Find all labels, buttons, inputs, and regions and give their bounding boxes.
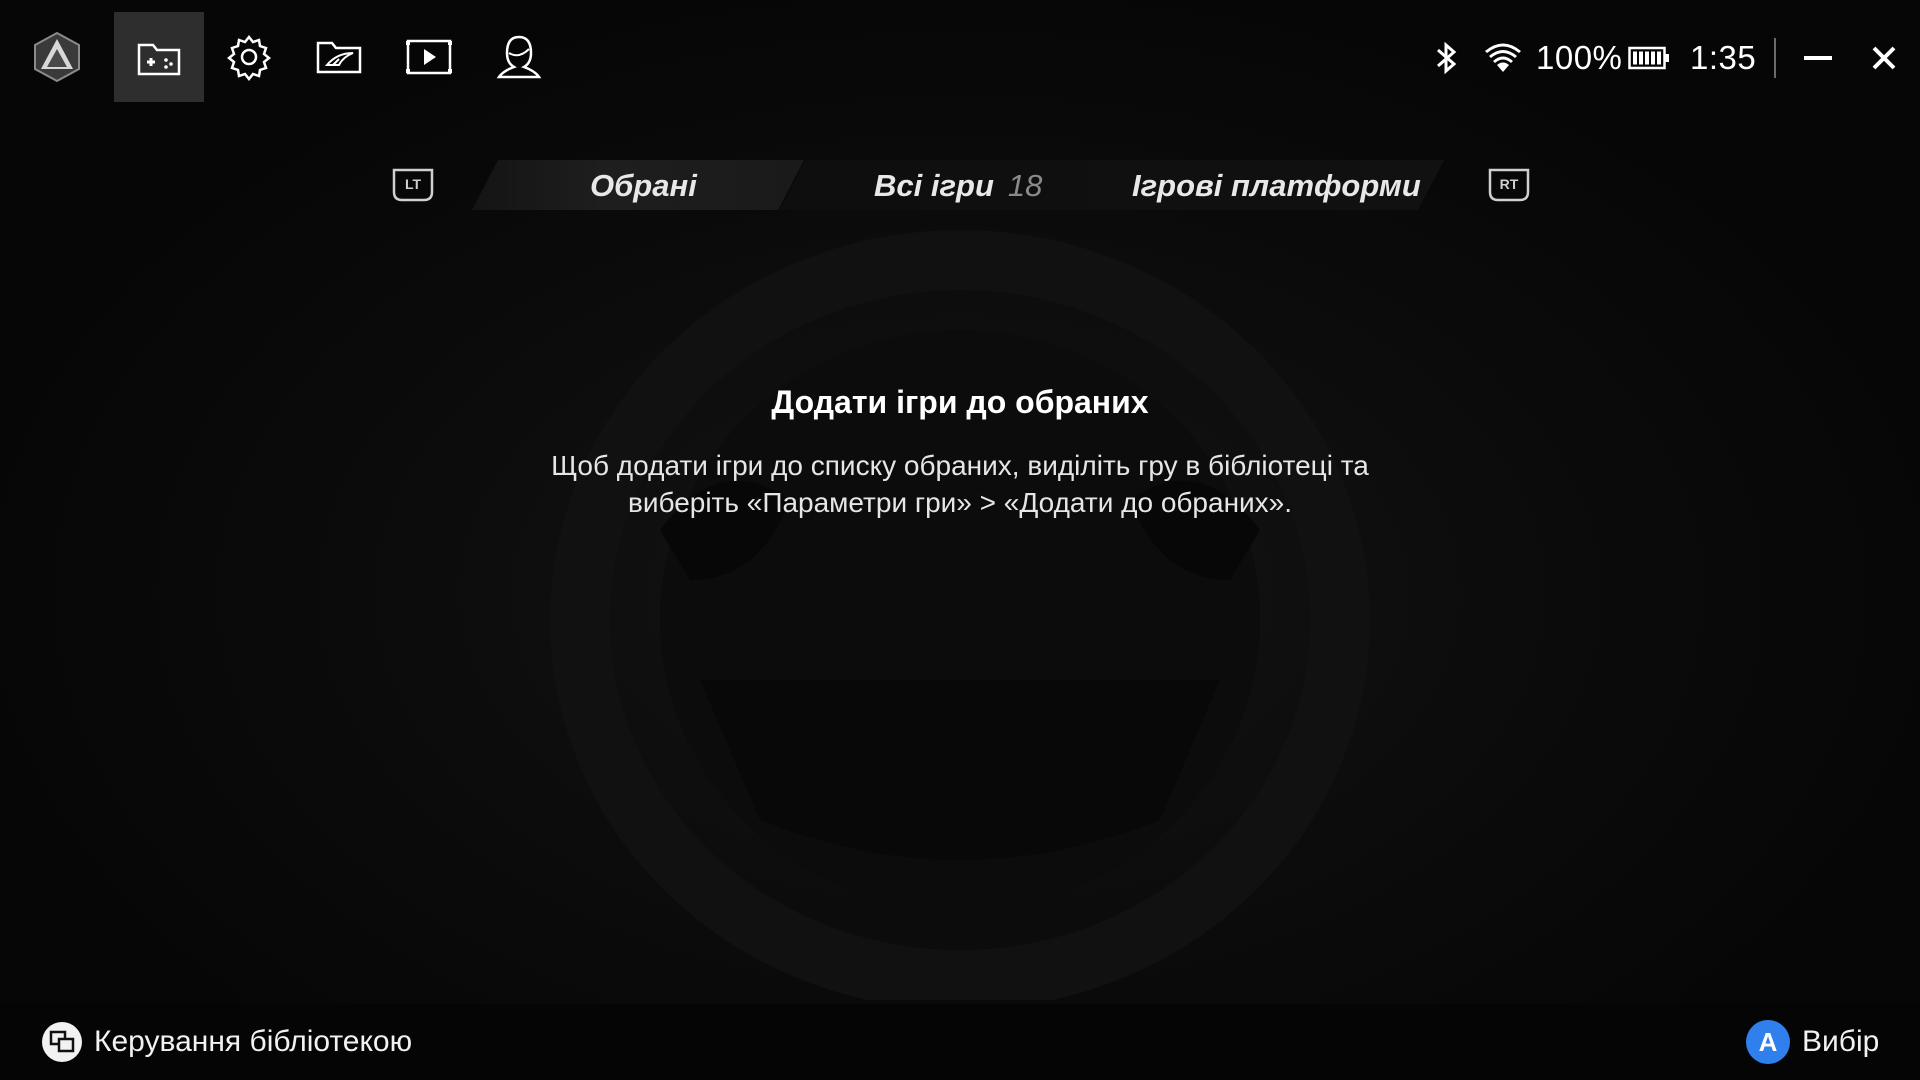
battery-percent: 100% — [1536, 39, 1623, 76]
status-divider — [1774, 38, 1776, 78]
settings-gear-icon[interactable] — [204, 12, 294, 102]
rog-gallery-icon[interactable] — [294, 12, 384, 102]
empty-favorites-message: Додати ігри до обраних Щоб додати ігри д… — [360, 384, 1560, 521]
tab-all-games-count: 18 — [1007, 168, 1043, 203]
tab-all-games[interactable]: Всі ігри 18 — [874, 166, 1042, 206]
rt-trigger-label: RT — [1500, 176, 1519, 192]
clock-time: 1:35 — [1690, 39, 1757, 76]
tab-game-platforms[interactable]: Ігрові платформи — [1132, 166, 1421, 206]
lt-trigger-icon[interactable]: LT — [392, 167, 434, 203]
game-library-icon[interactable] — [114, 12, 204, 102]
user-profile-icon[interactable] — [474, 12, 564, 102]
wifi-icon — [1484, 28, 1522, 88]
manage-library-label: Керування бібліотекою — [94, 1025, 413, 1058]
top-bar: 100% 1:35 — [0, 0, 1920, 114]
media-player-icon[interactable] — [384, 12, 474, 102]
tab-game-platforms-label: Ігрові платформи — [1132, 168, 1421, 203]
tab-all-games-label: Всі ігри — [874, 168, 994, 203]
app-window: 100% 1:35 LT Обрані Всі ігри 18 Ігрові п… — [0, 0, 1920, 1080]
lt-trigger-label: LT — [405, 176, 422, 192]
message-body: Щоб додати ігри до списку обраних, виділ… — [360, 447, 1560, 521]
manage-library-button[interactable]: Керування бібліотекою — [40, 1018, 412, 1066]
select-label: Вибір — [1802, 1025, 1880, 1058]
message-line-2: виберіть «Параметри гри» > «Додати до об… — [627, 487, 1293, 518]
battery-full-icon — [1628, 28, 1670, 88]
message-line-1: Щоб додати ігри до списку обраних, виділ… — [551, 450, 1369, 481]
message-title: Додати ігри до обраних — [771, 384, 1149, 420]
close-icon[interactable] — [1866, 28, 1902, 88]
armoury-logo-icon[interactable] — [12, 12, 102, 102]
minimize-icon[interactable] — [1800, 28, 1836, 88]
rt-trigger-icon[interactable]: RT — [1488, 167, 1530, 203]
a-button-icon: A — [1746, 1020, 1790, 1064]
bluetooth-icon — [1432, 28, 1460, 88]
tab-favorites[interactable]: Обрані — [590, 166, 697, 206]
tab-favorites-label: Обрані — [590, 168, 697, 203]
select-button[interactable]: A Вибір — [1746, 1018, 1879, 1066]
background-emblem-icon — [550, 230, 1370, 1000]
view-button-icon — [42, 1022, 82, 1062]
